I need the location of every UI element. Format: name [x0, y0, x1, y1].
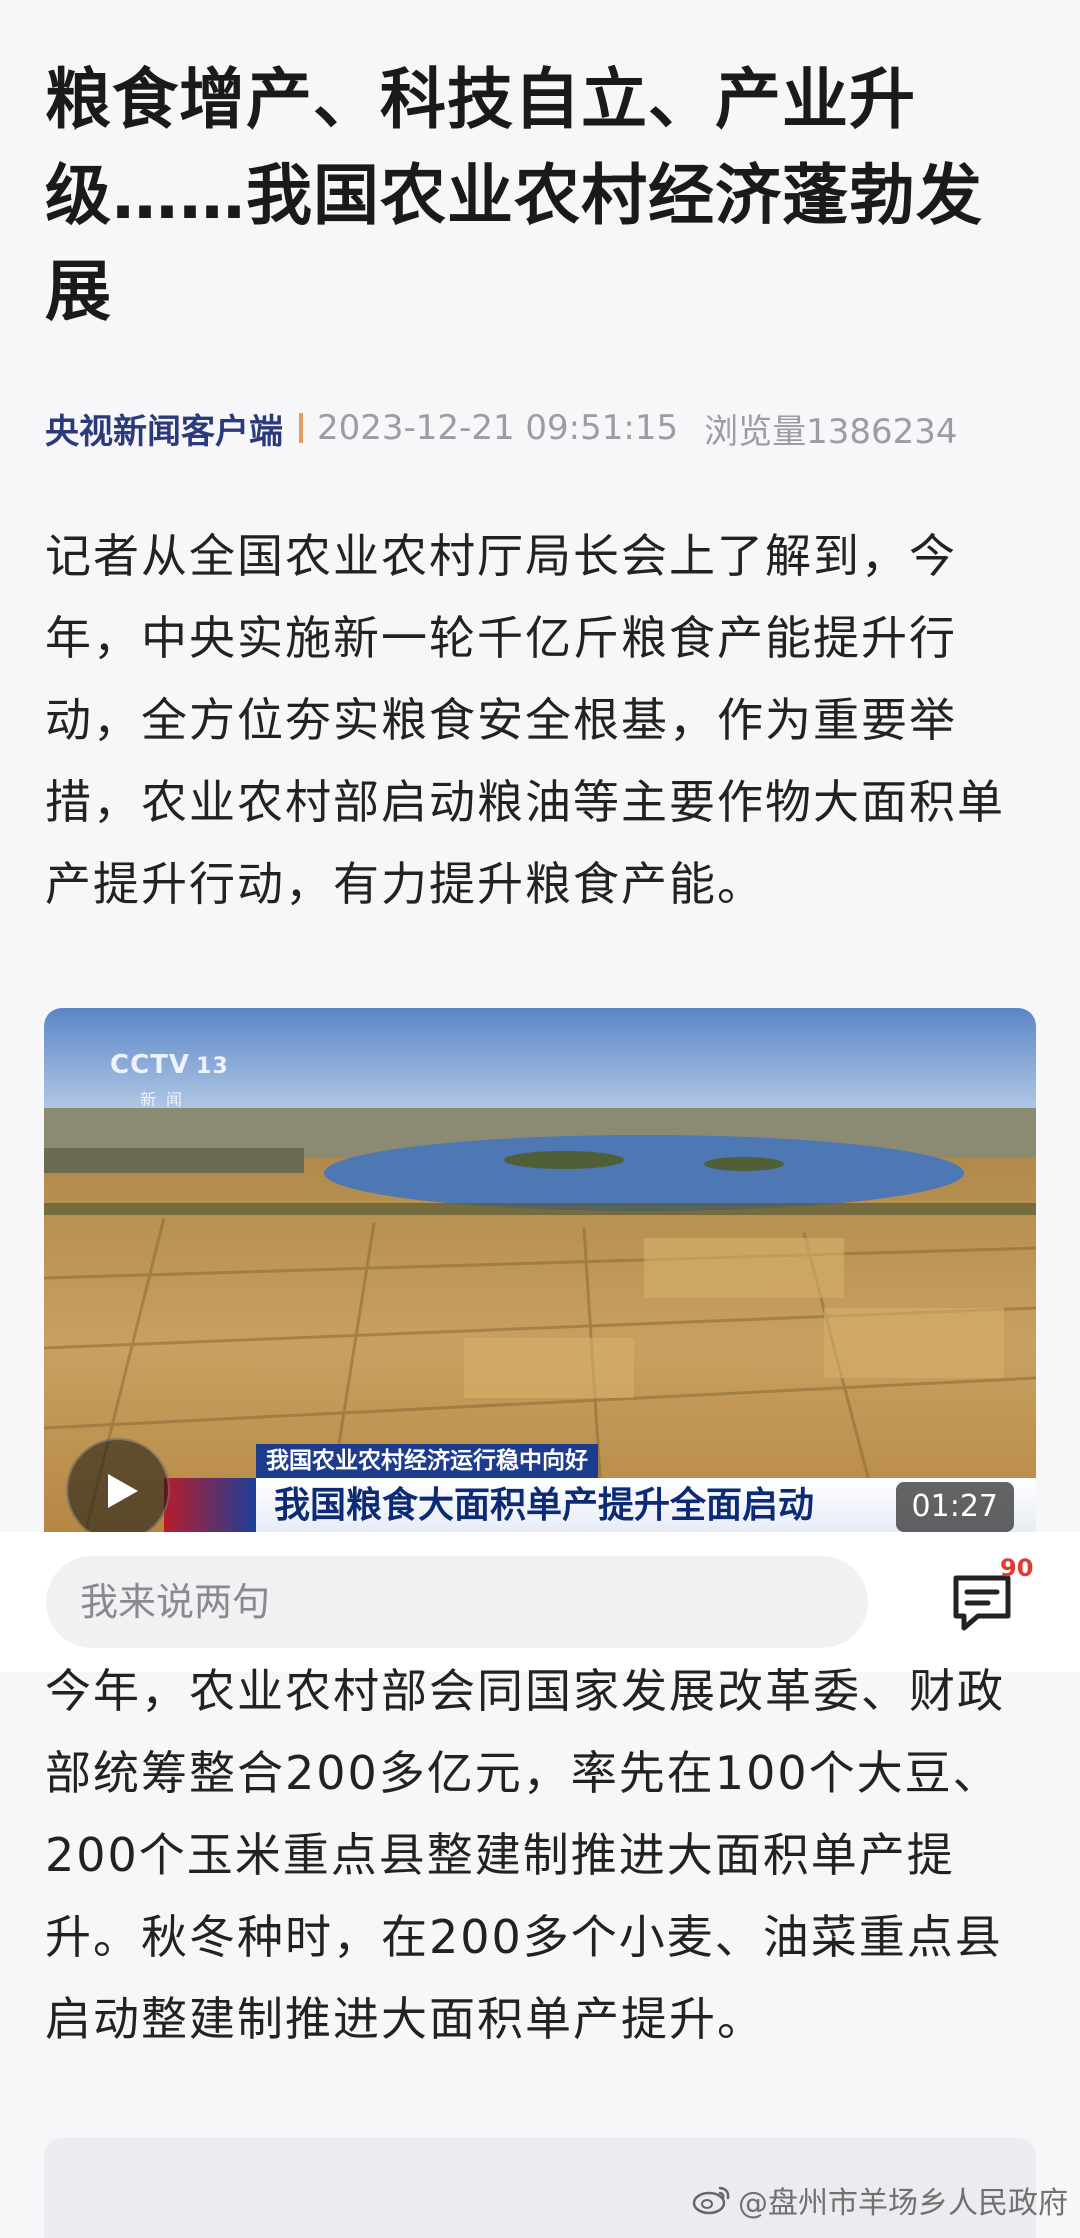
article-meta: 央视新闻客户端 2023-12-21 09:51:15 浏览量1386234	[45, 400, 958, 456]
video-player[interactable]: CCTV 13 新闻 我国农业农村经济运行稳中向好 我国粮食大面积单产提升全面启动…	[44, 1008, 1036, 1538]
view-count: 浏览量1386234	[704, 411, 958, 452]
source-name[interactable]: 央视新闻客户端	[45, 404, 283, 453]
news-banner-emblem	[164, 1478, 256, 1534]
video-duration: 01:27	[895, 1482, 1014, 1532]
meta-separator	[299, 413, 303, 443]
weibo-icon	[692, 2186, 730, 2215]
channel-logo: CCTV 13	[110, 1050, 229, 1080]
article-paragraph: 今年，农业农村部会同国家发展改革委、财政部统筹整合200多亿元，率先在100个大…	[45, 1664, 1005, 2046]
article-paragraph: 记者从全国农业农村厅局长会上了解到，今年，中央实施新一轮千亿斤粮食产能提升行动，…	[45, 529, 1005, 911]
comment-input[interactable]	[46, 1556, 868, 1648]
news-banner-top: 我国农业农村经济运行稳中向好	[256, 1444, 598, 1478]
watermark: @盘州市羊场乡人民政府	[692, 2178, 1068, 2222]
watermark-text: @盘州市羊场乡人民政府	[738, 2186, 1068, 2221]
article-title: 粮食增产、科技自立、产业升级……我国农业农村经济蓬勃发展	[45, 61, 983, 330]
play-icon[interactable]	[66, 1438, 170, 1538]
comment-count-badge: 90	[1000, 1554, 1034, 1582]
channel-subtitle: 新闻	[140, 1090, 193, 1109]
publish-datetime: 2023-12-21 09:51:15	[317, 408, 679, 448]
